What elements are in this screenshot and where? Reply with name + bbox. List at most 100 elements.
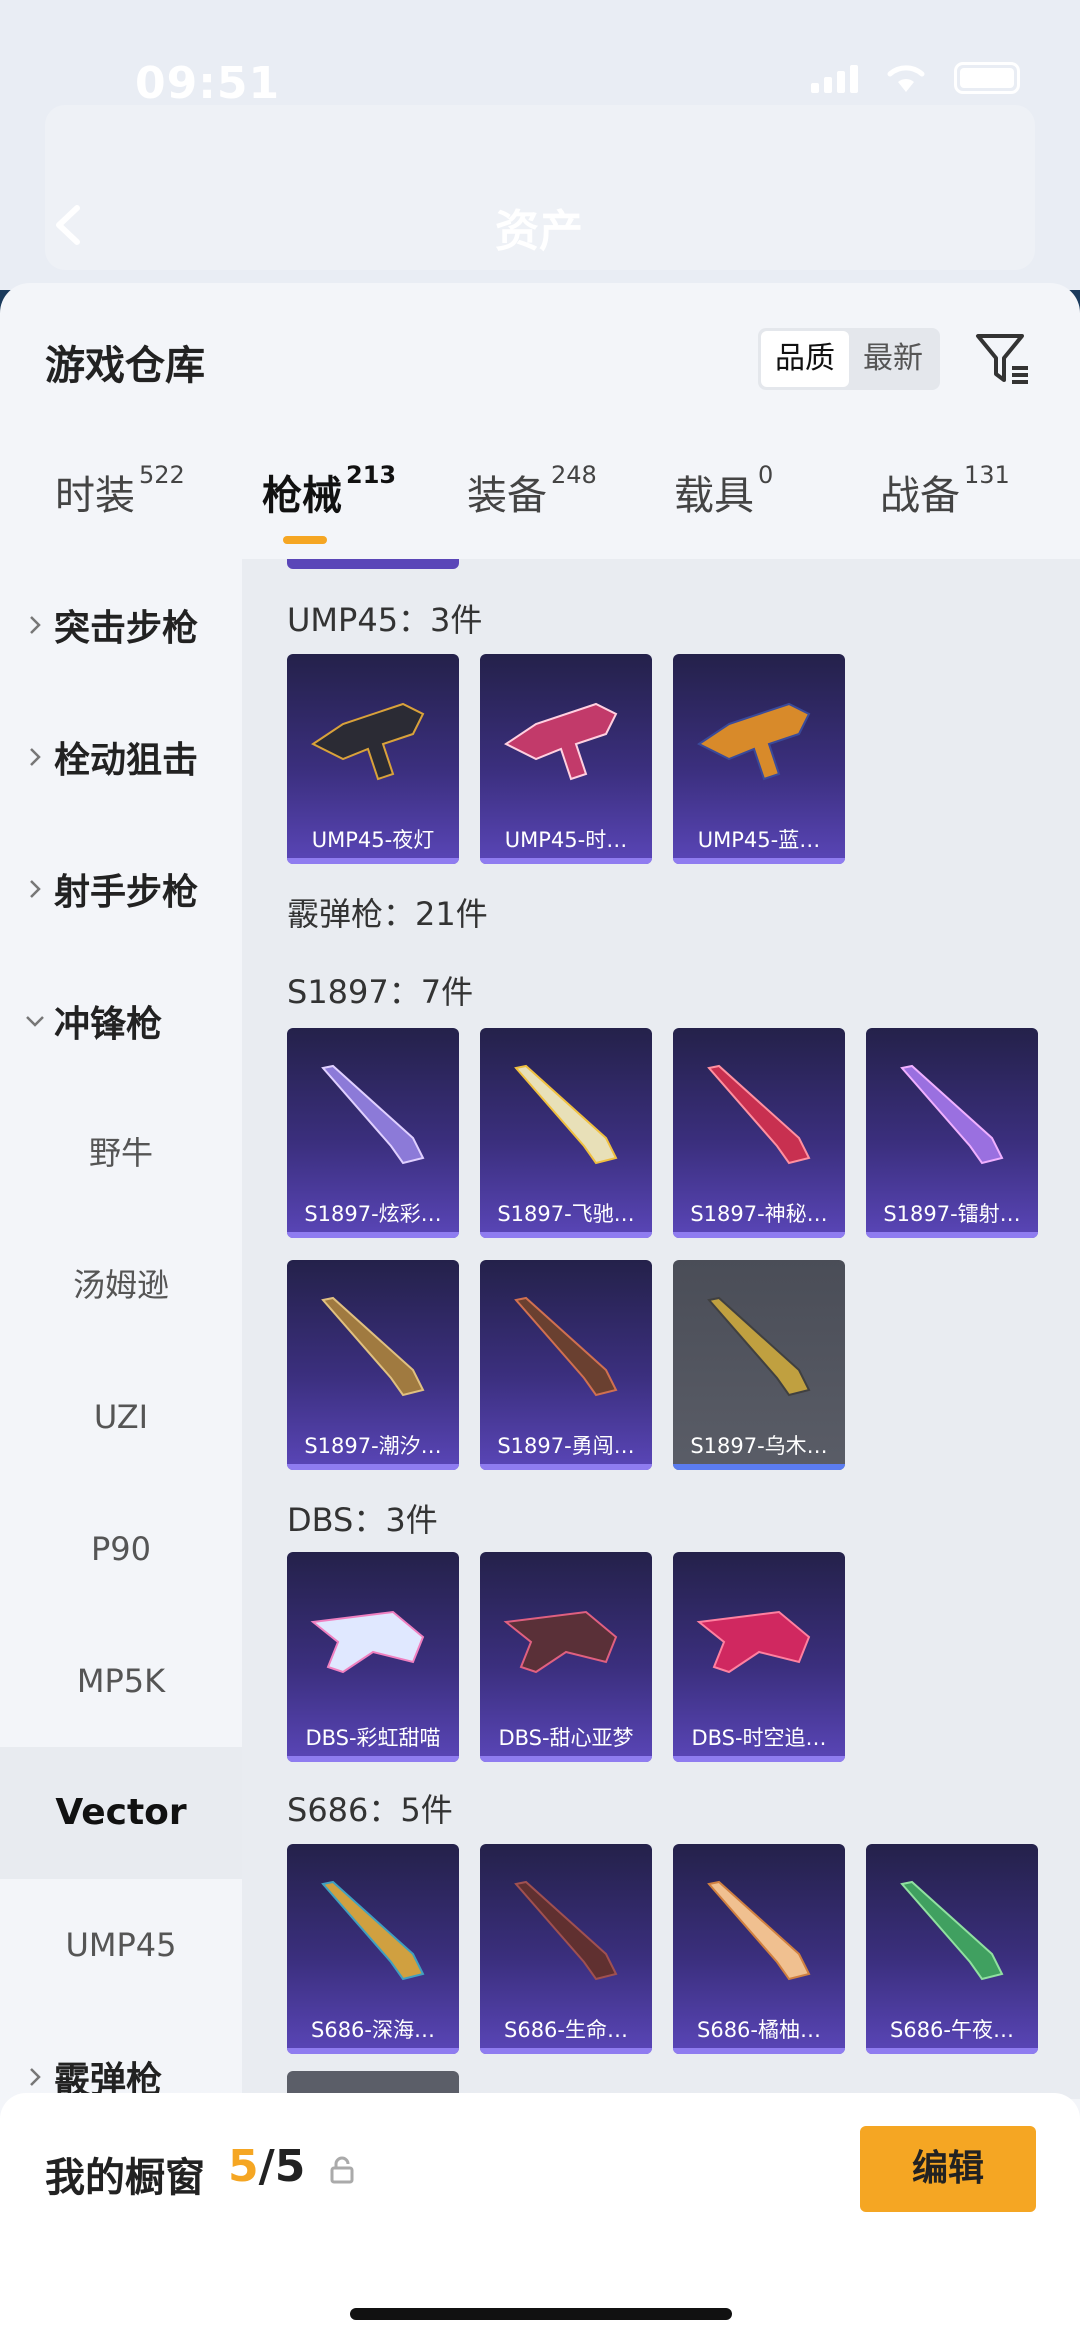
item-name: S686-橘柚…: [697, 2018, 821, 2042]
status-icons: [811, 62, 1020, 94]
filter-icon[interactable]: [972, 328, 1034, 390]
item-name: S686-生命…: [504, 2018, 628, 2042]
card-rarity-band: [287, 858, 459, 864]
card-rarity-band: [480, 1756, 652, 1762]
sidebar-item-p90[interactable]: P90: [0, 1483, 242, 1615]
active-tab-indicator: [283, 536, 327, 544]
tab-label: 载具: [674, 473, 754, 519]
chevron-right-icon: [30, 616, 41, 634]
card-rarity-band: [673, 1756, 845, 1762]
sort-newest-button[interactable]: 最新: [849, 331, 937, 387]
item-name: UMP45-蓝…: [697, 828, 821, 852]
sidebar-category-label: 栓动狙击: [54, 740, 199, 781]
card-rarity-band: [287, 1464, 459, 1470]
showcase-label: 我的橱窗: [45, 2155, 205, 2201]
group-title-s1897: S1897：7件: [287, 973, 474, 1011]
shotgun-icon: [514, 1296, 618, 1397]
edit-button[interactable]: 编辑: [860, 2126, 1036, 2212]
card-rarity-band: [673, 1464, 845, 1470]
sort-quality-button[interactable]: 品质: [761, 331, 849, 387]
sidebar-item-vector[interactable]: Vector: [0, 1747, 242, 1879]
sidebar-category-marksman[interactable]: 射手步枪: [0, 823, 242, 955]
item-card[interactable]: S1897-乌木…: [673, 1260, 845, 1470]
tab-equipment[interactable]: 装备 248: [467, 460, 597, 521]
sidebar-category-bolt-sniper[interactable]: 栓动狙击: [0, 691, 242, 823]
item-card[interactable]: DBS-时空追…: [673, 1552, 845, 1762]
smg-icon: [504, 702, 618, 781]
shotgun-icon: [900, 1064, 1004, 1165]
sidebar-item-uzi[interactable]: UZI: [0, 1351, 242, 1483]
item-name: S1897-飞驰…: [497, 1202, 635, 1226]
group-title-dbs: DBS：3件: [287, 1501, 438, 1539]
item-card[interactable]: UMP45-时…: [480, 654, 652, 864]
card-rarity-band: [866, 1232, 1038, 1238]
group-title-ump45: UMP45：3件: [287, 601, 483, 639]
sidebar-item-mp5k[interactable]: MP5K: [0, 1615, 242, 1747]
sidebar-item-bizon[interactable]: 野牛: [0, 1087, 242, 1219]
item-card[interactable]: S686-生命…: [480, 1844, 652, 2054]
item-card[interactable]: S1897-潮汐…: [287, 1260, 459, 1470]
group-title-shotgun: 霰弹枪：21件: [287, 895, 488, 933]
tab-outfits[interactable]: 时装 522: [55, 460, 185, 521]
sidebar-item-ump45[interactable]: UMP45: [0, 1879, 242, 2011]
category-tabs: 时装 522 枪械 213 装备 248 载具 0 战备 131: [0, 460, 1080, 543]
shotgun-icon: [707, 1296, 811, 1397]
sidebar-category-smg[interactable]: 冲锋枪: [0, 955, 242, 1087]
item-name: S1897-炫彩…: [304, 1202, 442, 1226]
shotgun-icon: [310, 1610, 425, 1674]
card-rarity-band: [480, 2048, 652, 2054]
chevron-right-icon: [30, 748, 41, 766]
shotgun-icon: [514, 1064, 618, 1165]
item-card[interactable]: S1897-飞驰…: [480, 1028, 652, 1238]
item-card[interactable]: S1897-神秘…: [673, 1028, 845, 1238]
back-arrow-icon[interactable]: [45, 200, 95, 250]
home-indicator: [350, 2308, 732, 2320]
card-rarity-band: [866, 2048, 1038, 2054]
item-card[interactable]: S686-深海…: [287, 1844, 459, 2054]
sidebar-item-thompson[interactable]: 汤姆逊: [0, 1219, 242, 1351]
item-name: S1897-神秘…: [690, 1202, 828, 1226]
tab-label: 枪械: [262, 473, 342, 519]
showcase-total: /5: [258, 2141, 306, 2192]
item-card[interactable]: S1897-镭射…: [866, 1028, 1038, 1238]
sidebar-category-label: 射手步枪: [54, 872, 199, 913]
tab-label: 时装: [55, 473, 135, 519]
item-card[interactable]: UMP45-蓝…: [673, 654, 845, 864]
item-name: S1897-潮汐…: [304, 1434, 442, 1458]
chevron-down-icon: [26, 1016, 44, 1027]
sidebar-category-label: 冲锋枪: [54, 1004, 163, 1045]
item-card[interactable]: S1897-炫彩…: [287, 1028, 459, 1238]
card-rarity-band: [480, 858, 652, 864]
tab-supplies[interactable]: 战备 131: [880, 460, 1010, 521]
item-card[interactable]: DBS-彩虹甜喵: [287, 1552, 459, 1762]
card-rarity-band: [287, 1232, 459, 1238]
item-card[interactable]: DBS-甜心亚梦: [480, 1552, 652, 1762]
card-rarity-band: [673, 1232, 845, 1238]
tab-guns[interactable]: 枪械 213: [262, 460, 397, 521]
item-card[interactable]: S686-橘柚…: [673, 1844, 845, 2054]
page-title: 资产: [495, 206, 583, 257]
item-name: UMP45-夜灯: [311, 828, 435, 852]
item-card[interactable]: UMP45-夜灯: [287, 654, 459, 864]
tab-label: 战备: [880, 473, 960, 519]
item-grid: UMP45：3件 UMP45-夜灯 UMP45-时… UMP45-蓝… 霰弹枪：…: [242, 559, 1080, 2099]
battery-icon: [954, 62, 1020, 94]
status-time: 09:51: [135, 58, 281, 109]
item-name: DBS-彩虹甜喵: [305, 1726, 441, 1750]
sidebar-category-label: 突击步枪: [54, 608, 199, 649]
warehouse-sheet: 游戏仓库 品质 最新 时装 522 枪械 213 装备 248 载具 0 战备 131 突…: [0, 283, 1080, 2341]
item-name: S1897-镭射…: [883, 1202, 1021, 1226]
item-name: S686-午夜…: [890, 2018, 1014, 2042]
tab-count: 131: [964, 460, 1010, 489]
tab-count: 522: [139, 460, 185, 489]
sheet-title: 游戏仓库: [45, 343, 205, 389]
item-card[interactable]: S686-午夜…: [866, 1844, 1038, 2054]
smg-icon: [311, 702, 425, 781]
tab-vehicles[interactable]: 载具 0: [674, 461, 773, 521]
tab-count: 248: [551, 460, 597, 489]
smg-icon: [697, 702, 811, 781]
item-card[interactable]: S1897-勇闯…: [480, 1260, 652, 1470]
item-name: UMP45-时…: [504, 828, 628, 852]
tab-count: 213: [346, 460, 397, 489]
sidebar-category-assault-rifle[interactable]: 突击步枪: [0, 559, 242, 691]
